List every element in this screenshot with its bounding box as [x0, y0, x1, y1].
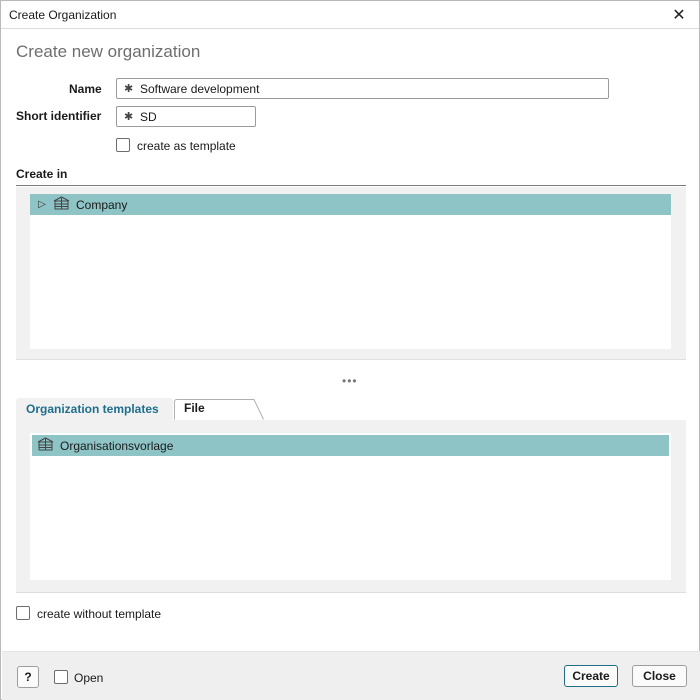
short-identifier-value: SD — [140, 109, 157, 124]
short-identifier-label: Short identifier — [16, 109, 102, 123]
name-field[interactable]: ✱ Software development — [116, 78, 609, 99]
window-title: Create Organization — [9, 8, 117, 22]
open-checkbox[interactable] — [54, 670, 68, 684]
building-icon — [37, 437, 54, 454]
create-in-label: Create in — [16, 167, 68, 181]
template-item-organisationsvorlage[interactable]: Organisationsvorlage — [32, 435, 669, 456]
tree-item-label: Company — [76, 197, 128, 212]
divider — [16, 185, 686, 186]
create-as-template-label[interactable]: create as template — [137, 139, 236, 153]
splitter-handle[interactable]: ••• — [342, 374, 358, 388]
tab-file[interactable]: File — [174, 398, 264, 420]
tree-item-company[interactable]: ▷ Company — [30, 194, 671, 215]
tab-file-label: File — [184, 401, 205, 415]
building-icon — [53, 196, 70, 213]
name-label: Name — [69, 82, 102, 96]
create-without-template-label[interactable]: create without template — [37, 607, 161, 621]
create-without-template-checkbox[interactable] — [16, 606, 30, 620]
page-title: Create new organization — [16, 42, 201, 61]
templates-list[interactable]: Organisationsvorlage — [30, 433, 671, 580]
template-item-label: Organisationsvorlage — [60, 438, 174, 453]
required-icon: ✱ — [124, 83, 134, 95]
dialog-footer: ? Open Create Close — [2, 651, 700, 700]
close-button[interactable]: Close — [632, 665, 687, 687]
create-in-tree[interactable]: ▷ Company — [30, 194, 671, 349]
required-icon: ✱ — [124, 111, 134, 123]
templates-panel: Organisationsvorlage — [16, 420, 686, 593]
tab-organization-templates[interactable]: Organization templates — [16, 398, 173, 420]
name-value: Software development — [140, 81, 260, 96]
close-icon[interactable]: ✕ — [667, 4, 691, 26]
create-in-panel: ▷ Company — [16, 187, 686, 360]
title-bar: Create Organization ✕ — [1, 1, 699, 29]
open-label[interactable]: Open — [74, 671, 103, 685]
help-button[interactable]: ? — [17, 666, 39, 688]
short-identifier-field[interactable]: ✱ SD — [116, 106, 256, 127]
expand-icon[interactable]: ▷ — [35, 199, 49, 210]
create-button[interactable]: Create — [564, 665, 618, 687]
create-as-template-checkbox[interactable] — [116, 138, 130, 152]
create-organization-dialog: Create Organization ✕ Create new organiz… — [0, 0, 700, 700]
